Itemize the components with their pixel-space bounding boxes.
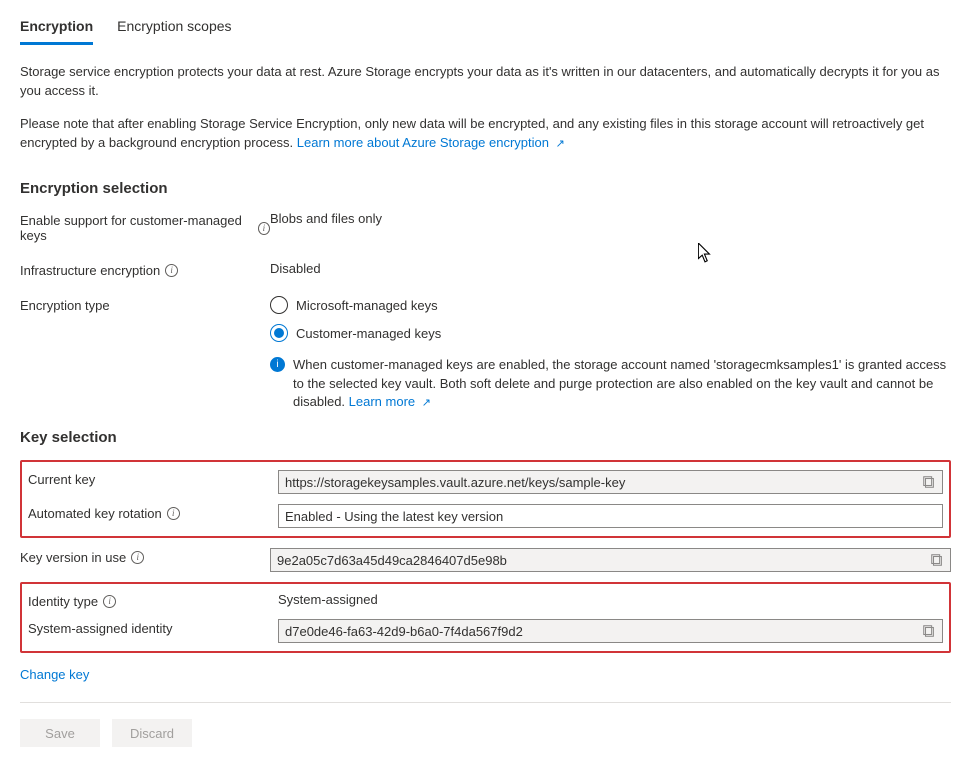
intro-p2: Please note that after enabling Storage … [20, 115, 951, 153]
info-icon[interactable]: i [165, 264, 178, 277]
tab-encryption[interactable]: Encryption [20, 18, 93, 45]
current-key-label: Current key [28, 472, 95, 487]
intro-p1: Storage service encryption protects your… [20, 63, 951, 101]
row-infrastructure-encryption: Infrastructure encryption i Disabled [20, 261, 951, 278]
identity-type-value: System-assigned [278, 592, 378, 607]
row-identity-type: Identity type i System-assigned [28, 592, 943, 609]
radio-customer-label: Customer-managed keys [296, 326, 441, 341]
key-version-label: Key version in use [20, 550, 126, 565]
learn-more-storage-encryption-link[interactable]: Learn more about Azure Storage encryptio… [297, 135, 565, 150]
cursor-icon [698, 243, 712, 263]
copy-icon[interactable] [930, 553, 944, 567]
key-selection-heading: Key selection [20, 429, 951, 446]
change-key-link[interactable]: Change key [20, 667, 89, 682]
separator [20, 702, 951, 703]
external-link-icon: ↗ [556, 138, 565, 150]
radio-microsoft-label: Microsoft-managed keys [296, 298, 438, 313]
system-assigned-identity-label: System-assigned identity [28, 621, 173, 636]
radio-icon [270, 324, 288, 342]
external-link-icon: ↗ [422, 397, 431, 409]
radio-icon [270, 296, 288, 314]
copy-icon[interactable] [922, 475, 936, 489]
info-icon[interactable]: i [131, 551, 144, 564]
system-assigned-identity-field: d7e0de46-fa63-42d9-b6a0-7f4da567f9d2 [278, 619, 943, 643]
row-key-version: Key version in use i 9e2a05c7d63a45d49ca… [20, 548, 951, 572]
discard-button[interactable]: Discard [112, 719, 192, 747]
info-icon[interactable]: i [103, 595, 116, 608]
info-icon[interactable]: i [258, 222, 270, 235]
learn-more-cmk-text: Learn more [349, 394, 415, 409]
save-button[interactable]: Save [20, 719, 100, 747]
key-version-field: 9e2a05c7d63a45d49ca2846407d5e98b [270, 548, 951, 572]
row-cmk-support: Enable support for customer-managed keys… [20, 211, 951, 243]
learn-more-link-text: Learn more about Azure Storage encryptio… [297, 135, 549, 150]
system-assigned-identity-value: d7e0de46-fa63-42d9-b6a0-7f4da567f9d2 [285, 624, 922, 639]
learn-more-cmk-link[interactable]: Learn more ↗ [349, 394, 431, 409]
highlight-box-1: Current key https://storagekeysamples.va… [20, 460, 951, 538]
highlight-box-2: Identity type i System-assigned System-a… [20, 582, 951, 653]
automated-rotation-label: Automated key rotation [28, 506, 162, 521]
tab-encryption-scopes[interactable]: Encryption scopes [117, 18, 231, 45]
automated-rotation-value: Enabled - Using the latest key version [285, 509, 936, 524]
radio-microsoft-managed[interactable]: Microsoft-managed keys [270, 296, 951, 314]
encryption-type-label: Encryption type [20, 298, 110, 313]
row-automated-rotation: Automated key rotation i Enabled - Using… [28, 504, 943, 528]
row-encryption-type: Encryption type Microsoft-managed keys C… [20, 296, 951, 411]
current-key-value: https://storagekeysamples.vault.azure.ne… [285, 475, 922, 490]
encryption-selection-heading: Encryption selection [20, 180, 951, 197]
automated-rotation-field[interactable]: Enabled - Using the latest key version [278, 504, 943, 528]
key-version-value: 9e2a05c7d63a45d49ca2846407d5e98b [277, 553, 930, 568]
row-current-key: Current key https://storagekeysamples.va… [28, 470, 943, 494]
infrastructure-encryption-value: Disabled [270, 261, 321, 276]
cmk-support-value: Blobs and files only [270, 211, 382, 226]
current-key-field: https://storagekeysamples.vault.azure.ne… [278, 470, 943, 494]
copy-icon[interactable] [922, 624, 936, 638]
cmk-info-note: i When customer-managed keys are enabled… [270, 356, 951, 411]
encryption-type-radio-group: Microsoft-managed keys Customer-managed … [270, 296, 951, 411]
infrastructure-encryption-label: Infrastructure encryption [20, 263, 160, 278]
tabs-bar: Encryption Encryption scopes [20, 18, 951, 45]
button-row: Save Discard [20, 719, 951, 747]
row-system-assigned-identity: System-assigned identity d7e0de46-fa63-4… [28, 619, 943, 643]
cmk-support-label: Enable support for customer-managed keys [20, 213, 253, 243]
intro-text: Storage service encryption protects your… [20, 63, 951, 152]
info-icon: i [270, 357, 285, 372]
identity-type-label: Identity type [28, 594, 98, 609]
info-icon[interactable]: i [167, 507, 180, 520]
radio-customer-managed[interactable]: Customer-managed keys [270, 324, 951, 342]
